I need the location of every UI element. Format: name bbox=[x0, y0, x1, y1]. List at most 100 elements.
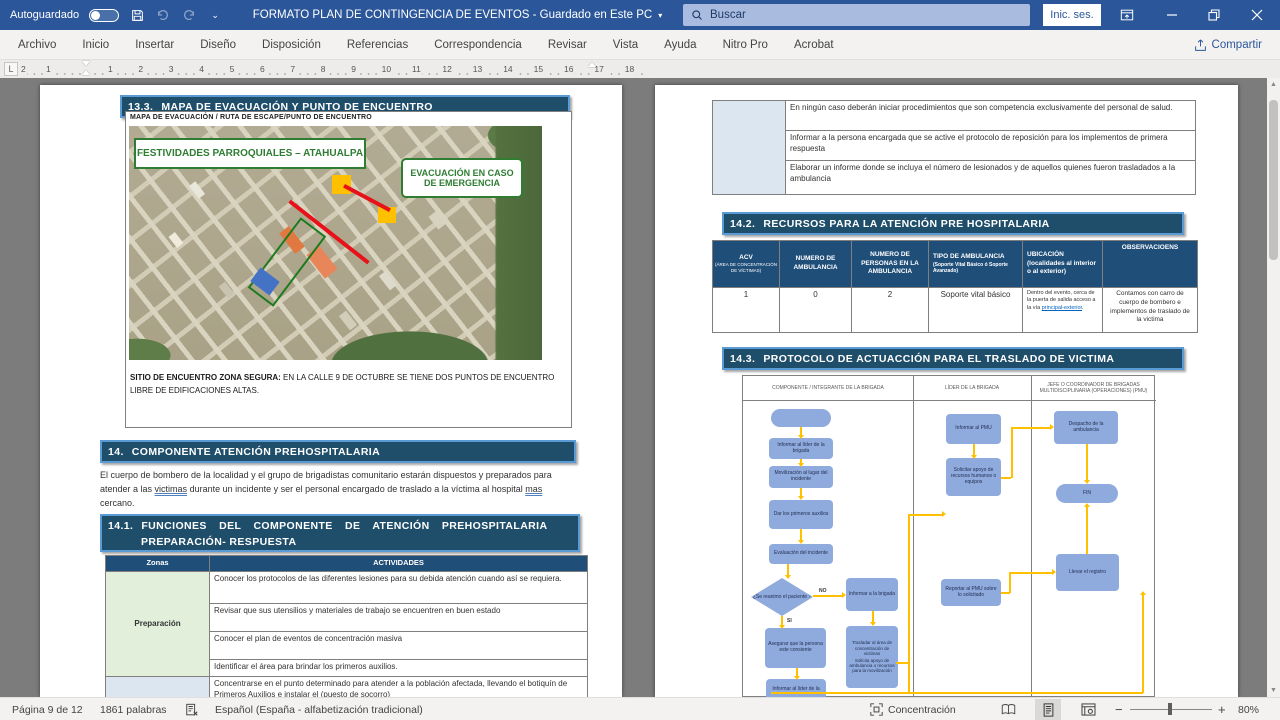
tab-insertar[interactable]: Insertar bbox=[135, 39, 174, 51]
page-9[interactable]: 13.3.MAPA DE EVACUACIÓN Y PUNTO DE ENCUE… bbox=[40, 85, 622, 697]
document-workspace: 13.3.MAPA DE EVACUACIÓN Y PUNTO DE ENCUE… bbox=[0, 78, 1280, 697]
flow-node: Trasladar al área de concentración de vi… bbox=[846, 626, 898, 688]
quick-access-caret-icon[interactable]: ⌄ bbox=[207, 7, 223, 23]
restore-button[interactable] bbox=[1197, 0, 1231, 30]
horizontal-ruler[interactable]: L 21123456789101112131415161718 bbox=[0, 60, 1280, 78]
table-row: En ningún caso deberán iniciar procedimi… bbox=[785, 100, 1196, 131]
search-input[interactable]: Buscar bbox=[683, 4, 1030, 26]
ruler-number: 2 bbox=[137, 63, 144, 75]
col-header-ubicacion: UBICACIÓN(localidades al interior o al e… bbox=[1022, 240, 1103, 288]
minimize-button[interactable] bbox=[1155, 0, 1189, 30]
sign-in-button[interactable]: Inic. ses. bbox=[1043, 4, 1101, 26]
evacuation-map-frame: MAPA DE EVACUACIÓN / RUTA DE ESCAPE/PUNT… bbox=[125, 111, 572, 428]
map-tag-evacuation: EVACUACIÓN EN CASO DE EMERGENCIA bbox=[401, 158, 523, 198]
col-header-zonas: Zonas bbox=[105, 555, 210, 572]
ruler-number: 9 bbox=[350, 63, 357, 75]
col-header-num-personas: NUMERO DE PERSONAS EN LA AMBULANCIA bbox=[851, 240, 929, 288]
proofing-status-icon[interactable] bbox=[185, 698, 199, 720]
map-caption: MAPA DE EVACUACIÓN / RUTA DE ESCAPE/PUNT… bbox=[130, 114, 372, 121]
title-caret-icon[interactable]: ▾ bbox=[658, 11, 662, 20]
read-mode-button[interactable] bbox=[995, 699, 1021, 720]
zoom-in-button[interactable]: + bbox=[1218, 698, 1226, 720]
table-row: Conocer el plan de eventos de concentrac… bbox=[209, 631, 588, 660]
save-icon[interactable] bbox=[129, 7, 145, 23]
zoom-slider-thumb[interactable] bbox=[1168, 703, 1172, 715]
autosave-label: Autoguardado bbox=[10, 9, 79, 21]
flow-col-header-2: LÍDER DE LA BRIGADA bbox=[913, 376, 1031, 401]
flow-start-node bbox=[771, 409, 831, 427]
ribbon-display-options-button[interactable] bbox=[1110, 0, 1144, 30]
zoom-out-button[interactable]: − bbox=[1115, 698, 1123, 720]
ruler-number: 10 bbox=[381, 63, 392, 75]
satellite-map-image: FESTIVIDADES PARROQUIALES – ATAHUALPA EV… bbox=[129, 126, 542, 360]
cell-num-personas: 2 bbox=[851, 287, 929, 333]
flow-node: Evaluación del incidente bbox=[769, 544, 833, 564]
table-row: Concentrarse en el punto determinado par… bbox=[209, 676, 588, 697]
flow-decision-node: ¿Se reanimo el paciente ? bbox=[751, 578, 813, 616]
ruler-number: 1 bbox=[45, 63, 52, 75]
web-layout-button[interactable] bbox=[1075, 699, 1101, 720]
col-header-acv: ACV(ÁREA DE CONCENTRACIÓN DE VÍCTIMAS) bbox=[712, 240, 780, 288]
tab-archivo[interactable]: Archivo bbox=[18, 39, 56, 51]
scroll-up-icon[interactable]: ▲ bbox=[1267, 78, 1280, 91]
undo-icon[interactable] bbox=[155, 7, 171, 23]
section-14-paragraph: El cuerpo de bombero de la localidad y e… bbox=[100, 469, 578, 511]
ruler-number: 5 bbox=[229, 63, 236, 75]
cell-tipo: Soporte vital básico bbox=[928, 287, 1023, 333]
cell-observaciones: Contamos con carro de cuerpo de bombero … bbox=[1102, 287, 1198, 333]
flow-node: Informar al PMU bbox=[946, 414, 1001, 444]
zoom-level[interactable]: 80% bbox=[1238, 698, 1259, 720]
page-indicator[interactable]: Página 9 de 12 bbox=[12, 698, 83, 720]
search-placeholder: Buscar bbox=[710, 9, 746, 21]
focus-mode-button[interactable]: Concentración bbox=[870, 698, 956, 720]
share-button[interactable]: Compartir bbox=[1194, 30, 1262, 60]
indent-marker-right[interactable] bbox=[588, 62, 596, 67]
flow-node: Informar a la brigada bbox=[846, 578, 898, 611]
focus-icon bbox=[870, 703, 883, 716]
close-button[interactable] bbox=[1240, 0, 1274, 30]
table-row: Elaborar un informe donde se incluya el … bbox=[785, 160, 1196, 195]
ruler-number: 11 bbox=[411, 63, 422, 75]
ruler-number: 12 bbox=[441, 63, 452, 75]
tab-ayuda[interactable]: Ayuda bbox=[664, 39, 696, 51]
flow-label-si: SI bbox=[787, 618, 792, 624]
ruler-number: 13 bbox=[472, 63, 483, 75]
scrollbar-thumb[interactable] bbox=[1269, 100, 1278, 260]
flow-col-header-1: COMPONENTE / INTEGRANTE DE LA BRIGADA bbox=[743, 376, 913, 401]
tab-acrobat[interactable]: Acrobat bbox=[794, 39, 834, 51]
flow-node: Solicitar apoyo de recursos humanos o eq… bbox=[946, 458, 1001, 496]
indent-marker-left[interactable] bbox=[82, 61, 90, 75]
tab-inicio[interactable]: Inicio bbox=[82, 39, 109, 51]
tab-correspondencia[interactable]: Correspondencia bbox=[434, 39, 522, 51]
cell-num-ambulancia: 0 bbox=[779, 287, 852, 333]
tab-selector[interactable]: L bbox=[4, 62, 18, 76]
autosave-toggle[interactable] bbox=[89, 9, 119, 22]
ribbon-tab-bar: Archivo Inicio Insertar Diseño Disposici… bbox=[0, 30, 1280, 60]
tab-vista[interactable]: Vista bbox=[613, 39, 638, 51]
tab-nitro-pro[interactable]: Nitro Pro bbox=[723, 39, 768, 51]
col-header-observaciones: OBSERVACIOENS bbox=[1102, 240, 1198, 288]
flow-col-header-3: JEFE O COORDINADOR DE BRIGADAS MULTIDISC… bbox=[1031, 376, 1156, 401]
tab-disposicion[interactable]: Disposición bbox=[262, 39, 321, 51]
ruler-number: 2 bbox=[20, 63, 27, 75]
ruler-number: 18 bbox=[624, 63, 635, 75]
redo-icon[interactable] bbox=[181, 7, 197, 23]
evacuation-route-line bbox=[343, 184, 391, 212]
tab-diseno[interactable]: Diseño bbox=[200, 39, 236, 51]
map-tag-event: FESTIVIDADES PARROQUIALES – ATAHUALPA bbox=[134, 138, 366, 169]
ruler-number: 4 bbox=[198, 63, 205, 75]
word-count[interactable]: 1861 palabras bbox=[100, 698, 167, 720]
ruler-number: 15 bbox=[533, 63, 544, 75]
language-indicator[interactable]: Español (España - alfabetización tradici… bbox=[215, 698, 423, 720]
scroll-down-icon[interactable]: ▼ bbox=[1267, 684, 1280, 697]
flow-label-no: NO bbox=[819, 588, 827, 594]
ruler-number: 14 bbox=[502, 63, 513, 75]
table-row: Identificar el área para brindar los pri… bbox=[209, 659, 588, 677]
tab-revisar[interactable]: Revisar bbox=[548, 39, 587, 51]
ruler-number: 3 bbox=[168, 63, 175, 75]
print-layout-button[interactable] bbox=[1035, 699, 1061, 720]
vertical-scrollbar[interactable]: ▲ ▼ bbox=[1267, 78, 1280, 697]
heading-14-3: 14.3.PROTOCOLO DE ACTUACCIÓN PARA EL TRA… bbox=[722, 347, 1184, 370]
page-10[interactable]: En ningún caso deberán iniciar procedimi… bbox=[655, 85, 1238, 697]
tab-referencias[interactable]: Referencias bbox=[347, 39, 408, 51]
